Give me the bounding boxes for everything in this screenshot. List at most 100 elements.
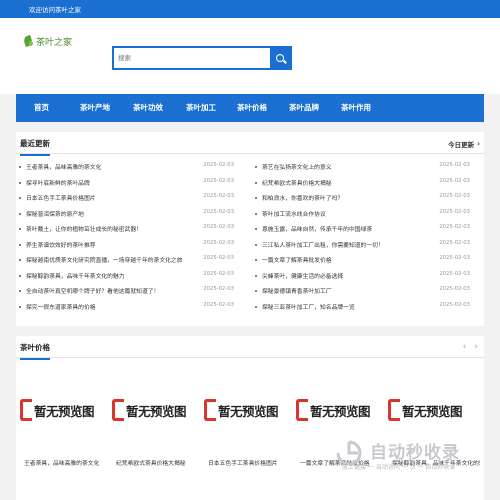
nav-item-origin[interactable]: 茶叶产地 [80,94,110,122]
no-preview-text: 暂无预览图 [34,403,95,419]
bullet-icon [19,197,21,199]
list-item-title[interactable]: 恩施玉露，品味自然，传承千年的中国绿茶 [262,224,372,233]
panel-title: 最近更新 [20,138,50,156]
price-card[interactable]: 暂无预览图 王者茶具，品味高雅的茶文化 [20,390,112,467]
list-item-date: 2025-02-03 [439,224,470,230]
placeholder-icon [112,399,124,421]
list-item[interactable]: 和柏浪水，你喜欢的茶叶了吗？ 2025-02-03 [252,191,474,207]
list-item[interactable]: 王者茶具，品味高雅的茶文化 2025-02-03 [16,160,238,176]
list-item-title[interactable]: 探究一很东道家茶具的价格 [26,302,96,311]
list-item-date: 2025-02-03 [439,286,470,292]
placeholder-icon [388,399,400,421]
no-preview-text: 暂无预览图 [126,403,187,419]
list-item-title[interactable]: 探秘醇韵茶具，品味千年茶文化的魅力 [26,271,125,280]
list-item[interactable]: 茶艺在弘扬茶文化上的意义 2025-02-03 [252,160,474,176]
card-caption[interactable]: 纪梵希欧式茶具价格大揭秘 [116,458,186,467]
nav-item-efficacy[interactable]: 茶叶功效 [133,94,163,122]
list-item[interactable]: 恩施玉露，品味自然，传承千年的中国绿茶 2025-02-03 [252,222,474,238]
list-item-title[interactable]: 探秘越南优质茶文化研究院直播，一场穿越千年的茶文化之旅 [26,255,183,264]
list-item-date: 2025-02-03 [439,270,470,277]
welcome-text: 欢迎访问茶叶之家 [29,6,81,14]
no-preview-image[interactable]: 暂无预览图 [20,390,112,430]
list-item[interactable]: 探秘越南优质茶文化研究院直播，一场穿越千年的茶文化之旅 2025-02-03 [16,253,238,269]
list-item-title[interactable]: 探秘普洱保茶的原产地 [26,209,84,218]
list-item-title[interactable]: 探秘三亚茶叶加工厂，知名品牌一览 [262,302,355,311]
placeholder-icon [296,399,308,421]
list-item-title[interactable]: 纪梵希欧式茶具价格大揭秘 [262,178,332,187]
list-item[interactable]: 日本五色手工茶具价格图片 2025-02-03 [16,191,238,207]
no-preview-image[interactable]: 暂无预览图 [296,390,388,430]
list-item-date: 2025-02-03 [203,193,234,199]
list-item[interactable]: 探究一很东道家茶具的价格 2025-02-03 [16,300,238,316]
bullet-icon [255,166,257,168]
list-item-title[interactable]: 全自动茶叶真空机哪个牌子好？看他这篇就知道了！ [26,286,159,295]
list-item[interactable]: 纪梵希欧式茶具价格大揭秘 2025-02-03 [252,176,474,192]
site-logo[interactable]: 茶叶之家 [24,33,72,49]
list-item-date: 2025-02-03 [203,162,234,168]
no-preview-text: 暂无预览图 [402,403,463,419]
nav-item-home[interactable]: 首页 [34,94,49,122]
list-item-title[interactable]: 王者茶具，品味高雅的茶文化 [26,162,101,171]
panel-header: 茶叶价格 ‹ › [16,336,484,360]
list-item[interactable]: 探寻叶底新鲜的茶叶品牌 2025-02-03 [16,176,238,192]
price-card[interactable]: 暂无预览图 纪梵希欧式茶具价格大揭秘 [112,390,204,467]
list-item-date: 2025-02-03 [439,239,470,246]
list-item[interactable]: 茶叶加工流水线合作协议 2025-02-03 [252,207,474,223]
list-item-date: 2025-02-03 [439,193,470,199]
bullet-icon [19,166,21,168]
bullet-icon [19,290,21,292]
list-item-date: 2025-02-03 [439,162,470,168]
nav-item-price[interactable]: 茶叶价格 [237,94,267,122]
list-item-date: 2025-02-03 [439,255,470,261]
list-item-date: 2025-02-03 [203,270,234,277]
list-item[interactable]: 茶叶戴土，让你的植物茁壮成长的秘密武器！ 2025-02-03 [16,222,238,238]
list-item-title[interactable]: 尖峰茶叶，健康生活的必备选择 [262,271,343,280]
nav-item-brand[interactable]: 茶叶品牌 [289,94,319,122]
no-preview-image[interactable]: 暂无预览图 [204,390,296,430]
list-item-title[interactable]: 和柏浪水，你喜欢的茶叶了吗？ [262,193,343,202]
nav-item-processing[interactable]: 茶叶加工 [186,94,216,122]
list-item-title[interactable]: 一篇文章了解茶具批发价格 [262,255,332,264]
today-updates-link[interactable]: 今日更新 › [448,139,480,149]
chevron-right-icon[interactable]: › [474,342,478,352]
nav-item-use[interactable]: 茶叶作用 [341,94,371,122]
list-item[interactable]: 探秘醇韵茶具，品味千年茶文化的魅力 2025-02-03 [16,269,238,285]
search-input[interactable] [118,50,268,66]
list-item[interactable]: 探秘普洱保茶的原产地 2025-02-03 [16,207,238,223]
price-card[interactable]: 暂无预览图 日本五色手工茶具价格图片 [204,390,296,467]
list-item-title[interactable]: 探寻叶底新鲜的茶叶品牌 [26,178,90,187]
list-item-title[interactable]: 日本五色手工茶具价格图片 [26,193,96,202]
bullet-icon [19,212,21,215]
today-updates-label: 今日更新 [448,141,475,149]
chevron-left-icon[interactable]: ‹ [463,342,467,352]
card-caption[interactable]: 日本五色手工茶具价格图片 [208,458,278,467]
watermark-subtitle: 放上链接 一 自动访问 一 次 一 自动秒收录 [342,464,456,471]
no-preview-image[interactable]: 暂无预览图 [388,390,480,430]
list-item-date: 2025-02-03 [439,177,470,184]
bullet-icon [255,197,257,199]
carousel-arrows: ‹ › [463,342,478,352]
list-item[interactable]: 探秘三亚茶叶加工厂，知名品牌一览 2025-02-03 [252,300,474,316]
list-item-date: 2025-02-03 [439,208,470,215]
search-button[interactable] [270,48,290,68]
no-preview-image[interactable]: 暂无预览图 [112,390,204,430]
logo-text: 茶叶之家 [36,37,73,48]
list-item[interactable]: 全自动茶叶真空机哪个牌子好？看他这篇就知道了！ 2025-02-03 [16,284,238,300]
bullet-icon [255,243,257,246]
list-item-title[interactable]: 探秘景德镇青香茶叶加工厂 [262,286,332,295]
no-preview-text: 暂无预览图 [218,403,279,419]
list-item-title[interactable]: 养生茶谱饮效好的茶叶推荐 [26,240,96,249]
list-item[interactable]: 探秘景德镇青香茶叶加工厂 2025-02-03 [252,284,474,300]
card-caption[interactable]: 王者茶具，品味高雅的茶文化 [24,458,99,467]
list-item-date: 2025-02-03 [203,177,234,184]
list-item[interactable]: 尖峰茶叶，健康生活的必备选择 2025-02-03 [252,269,474,285]
list-item[interactable]: 养生茶谱饮效好的茶叶推荐 2025-02-03 [16,238,238,254]
list-item[interactable]: 一篇文章了解茶具批发价格 2025-02-03 [252,253,474,269]
list-item-title[interactable]: 三江私人茶叶加工厂出租，你需要知道的一切！ [262,240,384,249]
list-item-title[interactable]: 茶艺在弘扬茶文化上的意义 [262,162,332,171]
list-item[interactable]: 三江私人茶叶加工厂出租，你需要知道的一切！ 2025-02-03 [252,238,474,254]
watermark: 自动秒收录 放上链接 一 自动访问 一 次 一 自动秒收录 [334,434,484,478]
list-item-title[interactable]: 茶叶戴土，让你的植物茁壮成长的秘密武器！ [26,224,142,233]
search-icon [276,54,284,62]
list-item-title[interactable]: 茶叶加工流水线合作协议 [262,209,326,218]
